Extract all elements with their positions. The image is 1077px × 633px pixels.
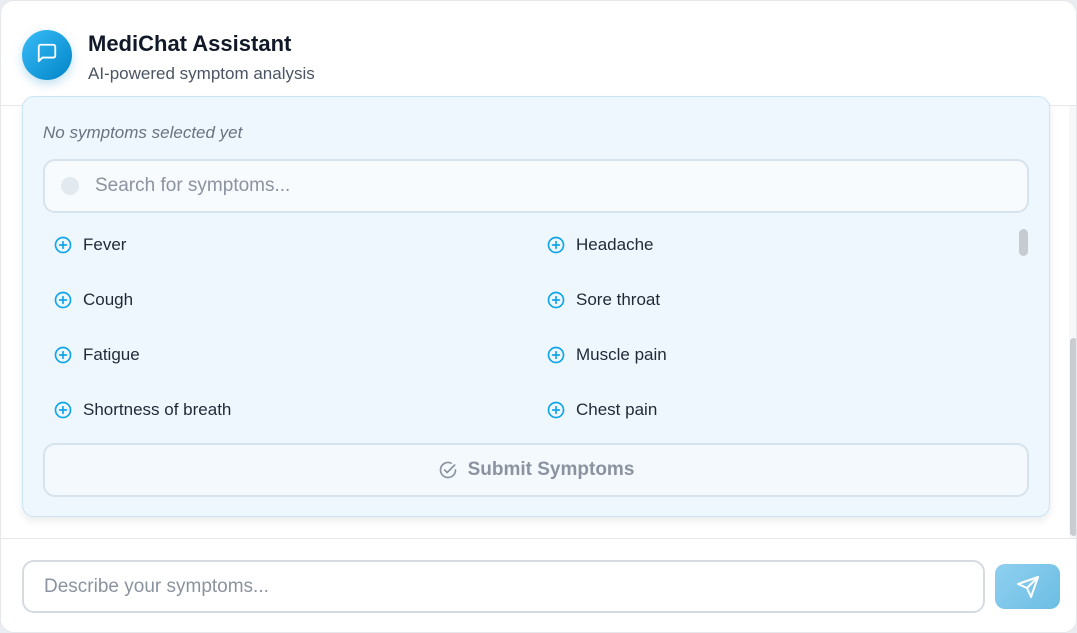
symptom-label: Fatigue (83, 345, 140, 364)
page-subtitle: AI-powered symptom analysis (88, 64, 315, 83)
plus-circle-icon (547, 401, 565, 419)
symptom-picker-panel: No symptoms selected yet Fever Headache … (22, 96, 1050, 517)
symptom-label: Muscle pain (576, 345, 667, 364)
content-scrollbar-thumb[interactable] (1070, 338, 1076, 536)
symptom-option-muscle-pain[interactable]: Muscle pain (536, 340, 667, 370)
check-circle-icon (439, 461, 456, 479)
symptom-list: Fever Headache Cough Sore throat Fatigue (43, 223, 1029, 441)
submit-symptoms-button[interactable]: Submit Symptoms (43, 443, 1029, 497)
search-icon (61, 177, 79, 195)
symptom-search-input[interactable] (95, 161, 1015, 211)
symptom-search-box (43, 159, 1029, 213)
message-composer (1, 538, 1076, 632)
content-scrollbar-track[interactable] (1069, 106, 1076, 538)
page-title: MediChat Assistant (88, 31, 292, 56)
plus-circle-icon (54, 236, 72, 254)
submit-symptoms-label: Submit Symptoms (467, 459, 635, 480)
symptom-label: Sore throat (576, 290, 661, 309)
assistant-avatar (22, 30, 72, 80)
symptom-label: Headache (576, 235, 654, 254)
symptom-option-headache[interactable]: Headache (536, 230, 654, 260)
symptom-list-scrollbar[interactable] (1019, 229, 1028, 256)
plus-circle-icon (547, 236, 565, 254)
chat-content: No symptoms selected yet Fever Headache … (1, 96, 1076, 538)
symptom-option-fever[interactable]: Fever (43, 230, 126, 260)
send-button[interactable] (995, 564, 1060, 609)
plus-circle-icon (547, 346, 565, 364)
plus-circle-icon (547, 291, 565, 309)
empty-selection-text: No symptoms selected yet (43, 123, 243, 142)
symptom-label: Chest pain (576, 400, 658, 419)
symptom-option-chest-pain[interactable]: Chest pain (536, 395, 657, 425)
symptom-option-fatigue[interactable]: Fatigue (43, 340, 140, 370)
plus-circle-icon (54, 291, 72, 309)
symptom-label: Fever (83, 235, 127, 254)
symptom-label: Shortness of breath (83, 400, 232, 419)
symptom-option-sore-throat[interactable]: Sore throat (536, 285, 660, 315)
chat-bubble-icon (36, 42, 58, 69)
plus-circle-icon (54, 401, 72, 419)
message-input[interactable] (22, 560, 985, 613)
send-icon (1016, 575, 1039, 598)
symptom-option-shortness-of-breath[interactable]: Shortness of breath (43, 395, 231, 425)
plus-circle-icon (54, 346, 72, 364)
chat-header: MediChat Assistant AI-powered symptom an… (1, 1, 1076, 106)
chat-window: MediChat Assistant AI-powered symptom an… (0, 0, 1077, 633)
symptom-label: Cough (83, 290, 134, 309)
symptom-option-cough[interactable]: Cough (43, 285, 133, 315)
